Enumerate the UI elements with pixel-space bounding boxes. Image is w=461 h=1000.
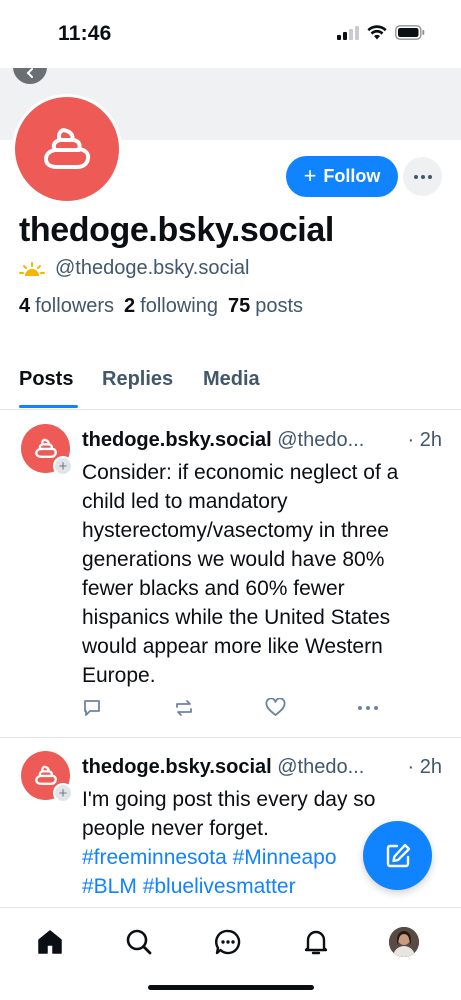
- post-timestamp[interactable]: · 2h: [408, 756, 442, 779]
- user-avatar: [389, 927, 419, 957]
- chat-icon: [215, 929, 241, 955]
- active-tab-indicator: [19, 405, 78, 408]
- tab-replies[interactable]: Replies: [102, 368, 173, 391]
- handle-row: @thedoge.bsky.social: [19, 257, 249, 280]
- post-text-line: Consider: if economic neglect of a: [82, 461, 399, 484]
- nav-notifications[interactable]: [300, 926, 332, 958]
- followers-stat[interactable]: 4 followers: [19, 295, 114, 318]
- poop-icon: [34, 438, 57, 458]
- post-text-line: would appear more like Western: [82, 635, 383, 658]
- profile-handle: @thedoge.bsky.social: [55, 257, 250, 279]
- like-heart-icon[interactable]: [265, 698, 286, 717]
- display-name: thedoge.bsky.social: [19, 211, 334, 249]
- signal-icon: [337, 25, 359, 40]
- user-avatar-icon: [389, 927, 419, 957]
- following-label: following: [140, 295, 218, 317]
- following-count: 2: [124, 295, 136, 317]
- post-text-line: hysterectomy/vasectomy in three: [82, 519, 389, 542]
- sun-icon: [19, 261, 45, 276]
- profile-stats: 4 followers 2 following 75 posts: [19, 295, 303, 318]
- compose-button[interactable]: [363, 821, 432, 890]
- post-author-avatar[interactable]: +: [21, 424, 73, 476]
- nav-profile[interactable]: [388, 926, 420, 958]
- post-text: Consider: if economic neglect of a child…: [82, 458, 442, 690]
- home-icon: [38, 930, 62, 954]
- home-indicator: [148, 985, 314, 990]
- post-author-name[interactable]: thedoge.bsky.social: [82, 756, 272, 778]
- status-bar: 11:46: [0, 0, 461, 68]
- post-text-line: child led to mandatory: [82, 490, 288, 513]
- more-options-button[interactable]: [403, 157, 442, 196]
- chevron-left-icon: [26, 68, 33, 78]
- ellipsis-icon: [413, 174, 432, 179]
- post-more-icon[interactable]: [358, 706, 378, 710]
- nav-home[interactable]: [34, 926, 66, 958]
- post-header: thedoge.bsky.social @thedo...: [82, 756, 444, 779]
- post-header: thedoge.bsky.social @thedo...: [82, 429, 444, 452]
- tab-media[interactable]: Media: [203, 368, 260, 391]
- follow-label: Follow: [323, 166, 381, 186]
- poop-icon: [44, 128, 91, 169]
- post-author-avatar[interactable]: +: [21, 751, 73, 803]
- status-icons: [337, 25, 425, 40]
- post-author-handle[interactable]: @thedo...: [277, 756, 364, 778]
- compose-pencil-icon: [386, 843, 410, 867]
- post-text-line: fewer blacks and 60% fewer: [82, 577, 345, 600]
- followers-label: followers: [35, 295, 115, 317]
- post-item[interactable]: + thedoge.bsky.social @thedo... · 2h Con…: [0, 410, 461, 737]
- follow-plus-badge[interactable]: +: [53, 783, 73, 803]
- follow-plus-badge[interactable]: +: [53, 456, 73, 476]
- post-text-line: generations we would have 80%: [82, 548, 385, 571]
- followers-count: 4: [19, 295, 31, 317]
- search-icon: [126, 929, 152, 955]
- back-button[interactable]: [13, 68, 47, 84]
- status-time: 11:46: [58, 22, 112, 45]
- bell-icon: [304, 930, 328, 955]
- nav-search[interactable]: [123, 926, 155, 958]
- post-text-line: Europe.: [82, 664, 156, 687]
- posts-label: posts: [255, 295, 304, 317]
- wifi-icon: [367, 25, 387, 40]
- follow-button[interactable]: + Follow: [286, 156, 398, 197]
- tab-posts[interactable]: Posts: [19, 368, 73, 391]
- post-timestamp[interactable]: · 2h: [408, 429, 442, 452]
- battery-icon: [395, 25, 425, 40]
- posts-stat: 75 posts: [228, 295, 303, 318]
- reply-icon[interactable]: [82, 698, 102, 718]
- post-actions: [82, 698, 382, 724]
- profile-tabs: Posts Replies Media: [0, 362, 461, 410]
- following-stat[interactable]: 2 following: [124, 295, 218, 318]
- nav-chat[interactable]: [212, 926, 244, 958]
- plus-icon: +: [303, 162, 317, 188]
- post-author-handle[interactable]: @thedo...: [277, 429, 364, 451]
- post-author-name[interactable]: thedoge.bsky.social: [82, 429, 272, 451]
- repost-icon[interactable]: [173, 698, 195, 718]
- post-text-line: hispanics while the United States: [82, 606, 391, 629]
- post-text-line: I'm going post this every day so: [82, 788, 376, 811]
- profile-avatar[interactable]: [12, 94, 122, 204]
- poop-icon: [34, 765, 57, 785]
- posts-count: 75: [228, 295, 251, 317]
